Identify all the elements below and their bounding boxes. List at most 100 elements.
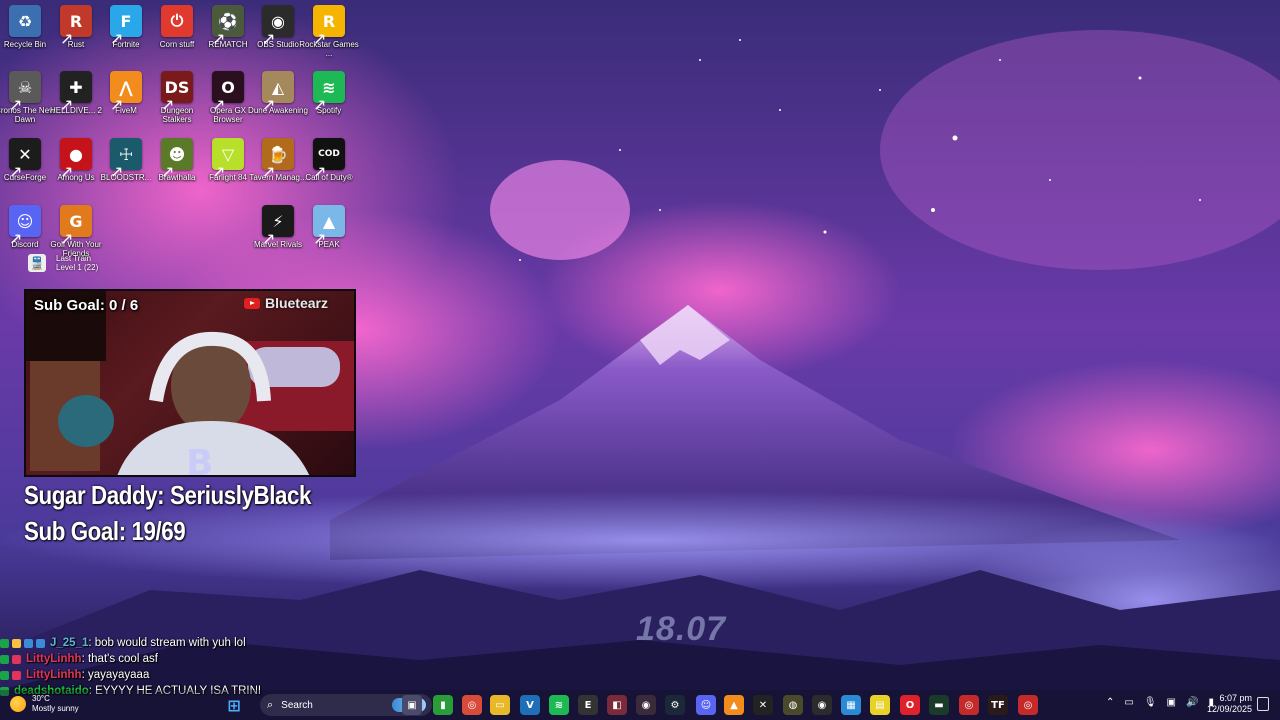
taskbar-sticky-icon[interactable]: ▤ xyxy=(870,695,890,715)
taskbar-spotify-task-icon[interactable]: ≋ xyxy=(549,695,569,715)
volume-icon[interactable]: 🔊 xyxy=(1186,697,1198,708)
desktop-icon-opera-gx[interactable]: O ↗ Opera GX Browser xyxy=(200,71,256,133)
shortcut-arrow-icon: ↗ xyxy=(262,31,276,48)
notification-icon[interactable] xyxy=(1257,697,1269,711)
shortcut-arrow-icon: ↗ xyxy=(110,164,124,181)
shortcut-arrow-icon: ↗ xyxy=(60,231,74,248)
desktop-icon-rockstar[interactable]: R ↗ Rockstar Games ... xyxy=(299,5,359,67)
chat-message: J_25_1: bob would stream with yuh lol xyxy=(0,635,261,651)
taskbar-task-view-icon[interactable]: ▣ xyxy=(402,695,422,715)
taskbar-app-round-icon[interactable]: ◍ xyxy=(783,695,803,715)
chat-badge-icon xyxy=(36,638,45,648)
display-icon[interactable]: ▭ xyxy=(1124,697,1133,708)
shortcut-arrow-icon: ↗ xyxy=(313,164,327,181)
taskbar-date: 12/09/2025 xyxy=(1206,704,1252,714)
taskbar-start-icon[interactable]: ⊞ xyxy=(224,695,244,715)
recycle-bin-icon: ♻ xyxy=(9,5,41,37)
microphone-icon[interactable]: 🎙 xyxy=(1144,697,1157,708)
last-train-title: Last Train xyxy=(56,254,92,263)
shortcut-arrow-icon: ↗ xyxy=(110,31,124,48)
search-placeholder: Search xyxy=(281,699,313,711)
sun-icon xyxy=(10,696,26,712)
taskbar-app-obs-icon[interactable]: ◉ xyxy=(636,695,656,715)
taskbar-xbox-app-icon[interactable]: ▮ xyxy=(433,695,453,715)
desktop-icon-label: Spotify xyxy=(316,106,342,115)
taskbar-capcut-icon[interactable]: ✕ xyxy=(753,695,773,715)
desktop-icon-curseforge[interactable]: ✕ ↗ CurseForge xyxy=(0,138,53,200)
train-icon: 🚆 xyxy=(28,254,46,272)
taskbar-photos-icon[interactable]: ▦ xyxy=(841,695,861,715)
corn-stuff-icon: ⏻ xyxy=(161,5,193,37)
taskbar-terminal-icon[interactable]: ▬ xyxy=(929,695,949,715)
taskbar-app-red2-icon[interactable]: ◎ xyxy=(959,695,979,715)
desktop-icon-rematch[interactable]: ⚽ ↗ REMATCH xyxy=(200,5,256,67)
webcam-channel: Bluetearz xyxy=(243,295,328,311)
taskbar-opera-task-icon[interactable]: O xyxy=(900,695,920,715)
chat-badge-icon xyxy=(0,654,9,664)
taskbar-chrome-icon[interactable]: ◎ xyxy=(462,695,482,715)
desktop-icon-spotify[interactable]: ≋ ↗ Spotify xyxy=(301,71,357,133)
taskbar-clock[interactable]: 6:07 pm 12/09/2025 xyxy=(1207,693,1252,715)
desktop-icon-tavern[interactable]: 🍺 ↗ Tavern Manag... xyxy=(249,138,307,200)
desktop-icon-peak[interactable]: ▲ ↗ PEAK xyxy=(301,205,357,267)
chevron-up-icon[interactable]: ⌃ xyxy=(1106,697,1114,708)
taskbar-app-red-icon[interactable]: ◧ xyxy=(607,695,627,715)
taskbar-discord-task-icon[interactable]: ☺ xyxy=(696,695,716,715)
shortcut-arrow-icon: ↗ xyxy=(161,97,175,114)
channel-name: Bluetearz xyxy=(264,295,328,311)
weather-widget[interactable]: 30°C Mostly sunny xyxy=(10,694,79,714)
desktop-icon-bloodstrike[interactable]: ☩ ↗ BLOODSTR... xyxy=(98,138,154,200)
desktop-icon-corn-stuff[interactable]: ⏻ Corn stuff xyxy=(149,5,205,67)
chat-badge-icon xyxy=(12,654,21,664)
webcam-feed: B xyxy=(26,291,354,477)
shortcut-arrow-icon: ↗ xyxy=(212,31,226,48)
taskbar-app-tf-icon[interactable]: TF xyxy=(988,695,1008,715)
taskbar-time: 6:07 pm xyxy=(1219,693,1252,703)
taskbar-vlc-icon[interactable]: ▲ xyxy=(724,695,744,715)
chat-text: : yayayayaaa xyxy=(81,669,150,681)
last-train-detail: Level 1 (22) xyxy=(56,263,99,272)
webcam-overlay: B Sub Goal: 0 / 6 Bluetearz xyxy=(24,289,356,477)
shortcut-arrow-icon: ↗ xyxy=(212,97,226,114)
desktop-icon-marvel-rivals[interactable]: ⚡ ↗ Marvel Rivals xyxy=(250,205,306,267)
shortcut-arrow-icon: ↗ xyxy=(9,97,23,114)
desktop-icon-dune[interactable]: ◭ ↗ Dune Awakening xyxy=(248,71,308,133)
shortcut-arrow-icon: ↗ xyxy=(60,164,74,181)
desktop-icon-cod[interactable]: COD ↗ Call of Duty® xyxy=(301,138,357,200)
weather-condition: Mostly sunny xyxy=(32,704,79,713)
taskbar-vs-code-icon[interactable]: V xyxy=(520,695,540,715)
desktop-icon-among-us[interactable]: ● ↗ Among Us xyxy=(48,138,104,200)
chat-username: LittyLinhh xyxy=(26,653,82,665)
desktop-icon-brawlhalla[interactable]: ☻ ↗ Brawlhalla xyxy=(149,138,205,200)
chat-badge-icon xyxy=(12,670,21,680)
desktop-icon-recycle-bin[interactable]: ♻ Recycle Bin xyxy=(0,5,53,67)
chat-text: : bob would stream with yuh lol xyxy=(88,637,246,649)
system-tray: ⌃ ▭ 🎙 ▣ 🔊 ▮ xyxy=(1106,697,1214,708)
desktop-icon-farlight[interactable]: ▽ ↗ Farlight 84 xyxy=(200,138,256,200)
chat-message: LittyLinhh: that's cool asf xyxy=(0,651,261,667)
shortcut-arrow-icon: ↗ xyxy=(313,231,327,248)
taskbar-app-red3-icon[interactable]: ◎ xyxy=(1018,695,1038,715)
shortcut-arrow-icon: ↗ xyxy=(9,164,23,181)
desktop-icon-cronos[interactable]: ☠ ↗ Cronos The New Dawn xyxy=(0,71,55,133)
sub-goal-overlay: Sub Goal: 19/69 xyxy=(24,516,186,546)
chat-text: : that's cool asf xyxy=(81,653,158,665)
taskbar-file-explorer-icon[interactable]: ▭ xyxy=(490,695,510,715)
chat-username: LittyLinhh xyxy=(26,669,82,681)
svg-text:B: B xyxy=(186,443,213,477)
desktop-icon-rust[interactable]: R ↗ Rust xyxy=(48,5,104,67)
taskbar-epic-icon[interactable]: E xyxy=(578,695,598,715)
network-icon[interactable]: ▣ xyxy=(1167,697,1176,708)
taskbar-steam-icon[interactable]: ⚙ xyxy=(665,695,685,715)
shortcut-arrow-icon: ↗ xyxy=(262,231,276,248)
weather-temp: 30°C xyxy=(32,694,50,703)
desktop-icon-fortnite[interactable]: F ↗ Fortnite xyxy=(98,5,154,67)
taskbar-obs-task-icon[interactable]: ◉ xyxy=(812,695,832,715)
chat-username: J_25_1 xyxy=(50,637,89,649)
desktop-icon-helldivers[interactable]: ✚ ↗ HELLDIVE... 2 xyxy=(48,71,104,133)
shortcut-arrow-icon: ↗ xyxy=(161,164,175,181)
desktop-icon-label: Call of Duty® xyxy=(305,173,353,182)
sugar-daddy-overlay: Sugar Daddy: SeriuslyBlack xyxy=(24,480,312,510)
chat-badge-icon xyxy=(12,638,21,648)
last-train-widget[interactable]: 🚆 Last Train Level 1 (22) xyxy=(28,254,98,272)
